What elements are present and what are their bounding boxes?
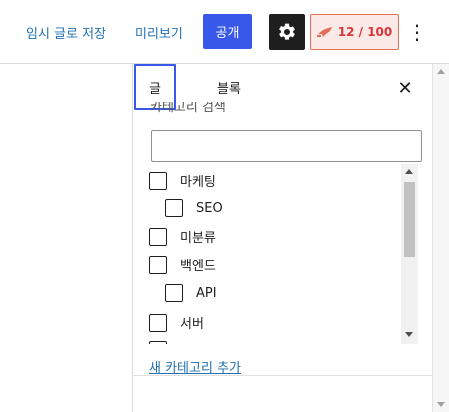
category-label: 마케팅 — [180, 175, 216, 190]
save-draft-button[interactable]: 임시 글로 저장 — [26, 23, 106, 42]
category-item-seo[interactable]: SEO — [165, 199, 223, 217]
category-label: 서버 — [180, 317, 204, 332]
more-options-button[interactable]: ⋮ — [405, 14, 429, 50]
close-sidebar-button[interactable]: ✕ — [393, 76, 417, 100]
category-search-input[interactable] — [151, 130, 422, 162]
category-item-marketing[interactable]: 마케팅 — [149, 171, 216, 190]
category-item-backend[interactable]: 백엔드 — [149, 255, 216, 274]
category-checkbox[interactable] — [165, 199, 183, 217]
category-label: API — [196, 285, 217, 301]
scroll-up-arrow-icon[interactable] — [437, 69, 445, 74]
sidebar-scrollbar[interactable] — [432, 64, 449, 412]
category-checkbox[interactable] — [165, 284, 183, 302]
category-checkbox[interactable] — [149, 171, 167, 190]
category-item-uncategorized[interactable]: 미분류 — [149, 227, 216, 246]
seo-score-button[interactable]: 12 / 100 — [310, 14, 399, 50]
scroll-down-arrow-icon[interactable] — [437, 402, 445, 407]
seo-score-value: 12 / 100 — [337, 25, 393, 39]
vertical-ellipsis-icon: ⋮ — [407, 20, 427, 44]
category-label: 백엔드 — [180, 259, 216, 274]
close-icon: ✕ — [397, 77, 413, 99]
category-item-server[interactable]: 서버 — [149, 313, 204, 332]
settings-button[interactable] — [269, 14, 305, 50]
category-label: SEO — [196, 200, 223, 216]
category-list: 마케팅 SEO 미분류 백엔드 API 서버 — [149, 164, 417, 344]
gear-icon — [279, 23, 295, 40]
category-item-partial[interactable] — [149, 341, 167, 344]
category-checkbox[interactable] — [149, 227, 167, 246]
publish-button[interactable]: 공개 — [203, 14, 252, 49]
add-new-category-link[interactable]: 새 카테고리 추가 — [149, 357, 241, 376]
category-search-label: 카테고리 검색 — [150, 102, 226, 114]
category-checkbox[interactable] — [149, 313, 167, 332]
section-divider — [133, 375, 433, 376]
category-label: 미분류 — [180, 231, 216, 246]
settings-sidebar: 글 블록 ✕ 카테고리 검색 마케팅 SEO 미분류 백엔드 API 서버 새 … — [132, 64, 433, 412]
category-checkbox[interactable] — [149, 255, 167, 274]
preview-button[interactable]: 미리보기 — [135, 23, 183, 42]
scroll-up-arrow-icon[interactable] — [405, 169, 413, 174]
scroll-down-arrow-icon[interactable] — [405, 332, 413, 337]
category-list-scroll-thumb[interactable] — [404, 182, 415, 257]
editor-toolbar: 임시 글로 저장 미리보기 공개 12 / 100 ⋮ — [0, 0, 449, 64]
rocket-icon — [316, 27, 332, 37]
category-item-api[interactable]: API — [165, 284, 217, 302]
category-checkbox[interactable] — [149, 341, 167, 344]
